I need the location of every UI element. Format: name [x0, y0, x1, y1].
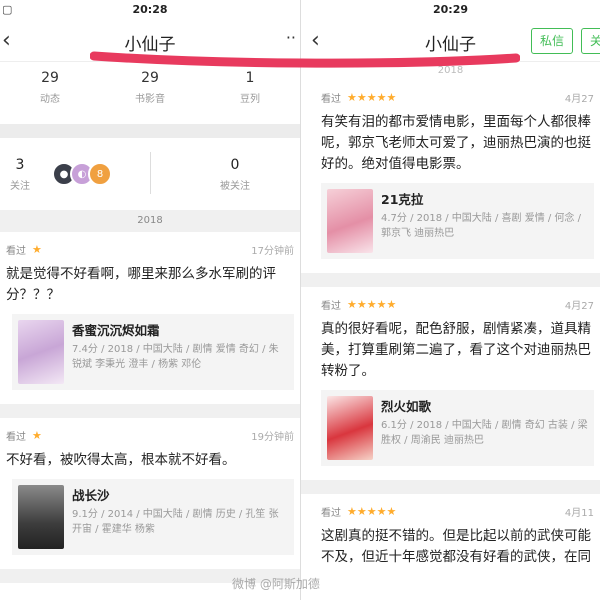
following-avatars[interactable]: ● ◐ 8 [52, 162, 112, 186]
screenshot-composite: ▢ 20:28 ‹ 小仙子 ·· 29 动态 29 书影音 1 豆列 3 关注 … [0, 0, 600, 600]
pink-marker-stroke [90, 51, 520, 68]
message-button[interactable]: 私信 [531, 28, 573, 54]
review-time: 4月11 [564, 508, 594, 519]
review-header: 看过 ★★★★★ [321, 504, 600, 519]
movie-card[interactable]: 21克拉 4.7分 / 2018 / 中国大陆 / 喜剧 爱情 / 何念 / 郭… [321, 183, 594, 259]
review-item[interactable]: 看过 ★★★★★ 4月27 有笑有泪的都市爱情电影，里面每个人都很棒呢，郭京飞老… [301, 80, 600, 259]
left-screen: ▢ 20:28 ‹ 小仙子 ·· 29 动态 29 书影音 1 豆列 3 关注 … [0, 0, 300, 600]
stat-number: 29 [41, 70, 59, 86]
stat-doulists[interactable]: 1 豆列 [200, 70, 300, 124]
review-time: 17分钟前 [251, 246, 294, 257]
year-header: 2018 [0, 210, 300, 232]
movie-poster [327, 396, 373, 460]
movie-title: 烈火如歌 [381, 399, 432, 414]
movie-poster [18, 320, 64, 384]
section-divider [301, 480, 600, 494]
watermark: 微博 @阿斯加德 [232, 577, 320, 591]
movie-meta: 6.1分 / 2018 / 中国大陆 / 剧情 奇幻 古装 / 梁胜权 / 周渝… [381, 420, 588, 446]
review-header: 看过 ★★★★★ [321, 90, 600, 105]
review-status: 看过 [6, 431, 26, 443]
review-item[interactable]: 看过 ★ 19分钟前 不好看，被吹得太高，根本就不好看。 战长沙 9.1分 / … [0, 418, 300, 555]
section-divider [301, 273, 600, 287]
movie-card[interactable]: 烈火如歌 6.1分 / 2018 / 中国大陆 / 剧情 奇幻 古装 / 梁胜权… [321, 390, 594, 466]
follow-button[interactable]: 关 [581, 28, 600, 54]
rating-stars: ★ [32, 428, 42, 442]
stat-number: 1 [245, 70, 255, 86]
status-bar: ▢ 20:28 [0, 0, 300, 20]
movie-poster [327, 189, 373, 253]
avatar-badge: 8 [96, 168, 104, 180]
stat-label: 书影音 [135, 94, 165, 105]
rating-stars: ★★★★★ [347, 297, 397, 311]
section-divider [0, 124, 300, 138]
movie-meta: 9.1分 / 2014 / 中国大陆 / 剧情 历史 / 孔笙 张开宙 / 霍建… [72, 509, 279, 535]
movie-title: 香蜜沉沉烬如霜 [72, 323, 160, 338]
rating-stars: ★★★★★ [347, 504, 397, 518]
profile-stats: 29 动态 29 书影音 1 豆列 [0, 62, 300, 124]
stat-label: 豆列 [240, 94, 260, 105]
movie-card[interactable]: 香蜜沉沉烬如霜 7.4分 / 2018 / 中国大陆 / 剧情 爱情 奇幻 / … [12, 314, 294, 390]
following-count[interactable]: 3 关注 [0, 157, 40, 192]
rating-stars: ★ [32, 242, 42, 256]
review-item[interactable]: 看过 ★★★★★ 4月27 真的很好看呢，配色舒服，剧情紧凑，道具精美，打算重刷… [301, 287, 600, 466]
review-time: 4月27 [564, 94, 594, 105]
review-text: 真的很好看呢，配色舒服，剧情紧凑，道具精美，打算重刷第二遍了，看了这个对迪丽热巴… [321, 321, 591, 379]
review-text: 就是觉得不好看啊，哪里来那么多水军刷的评分？？？ [6, 266, 276, 303]
avatar: 8 [88, 162, 112, 186]
review-time: 19分钟前 [251, 432, 294, 443]
status-bar: 20:29 [301, 0, 600, 20]
review-status: 看过 [321, 300, 341, 312]
review-item[interactable]: 看过 ★★★★★ 4月11 这剧真的挺不错的。但是比起以前的武侠可能不及，但近十… [301, 494, 600, 568]
movie-title: 战长沙 [72, 488, 110, 503]
stat-label: 动态 [40, 94, 60, 105]
review-text: 这剧真的挺不错的。但是比起以前的武侠可能不及，但近十年感觉都没有好看的武侠，在同 [321, 528, 591, 565]
status-time: 20:29 [432, 3, 468, 16]
following-label: 关注 [10, 180, 30, 192]
review-text: 不好看，被吹得太高，根本就不好看。 [6, 452, 236, 468]
movie-poster [18, 485, 64, 549]
movie-meta: 7.4分 / 2018 / 中国大陆 / 剧情 爱情 奇幻 / 朱锐斌 李秉光 … [72, 344, 279, 370]
review-header: 看过 ★★★★★ [321, 297, 600, 312]
review-status: 看过 [321, 93, 341, 105]
section-divider [0, 404, 300, 418]
vertical-divider [150, 152, 151, 194]
stat-media[interactable]: 29 书影音 [100, 70, 200, 124]
followers-number: 0 [230, 156, 240, 173]
rating-stars: ★★★★★ [347, 90, 397, 104]
review-item[interactable]: 看过 ★ 17分钟前 就是觉得不好看啊，哪里来那么多水军刷的评分？？？ 香蜜沉沉… [0, 232, 300, 390]
review-status: 看过 [6, 245, 26, 257]
follow-row: 3 关注 ● ◐ 8 0 被关注 [0, 138, 300, 210]
review-time: 4月27 [564, 301, 594, 312]
stat-number: 29 [141, 70, 159, 86]
right-screen: 20:29 ‹ 小仙子 私信 关 2018 看过 ★★★★★ 4月27 有笑有泪… [300, 0, 600, 600]
review-text: 有笑有泪的都市爱情电影，里面每个人都很棒呢，郭京飞老师太可爱了，迪丽热巴演的也挺… [321, 114, 591, 172]
movie-title: 21克拉 [381, 192, 424, 207]
movie-meta: 4.7分 / 2018 / 中国大陆 / 喜剧 爱情 / 何念 / 郭京飞 迪丽… [381, 213, 581, 239]
status-time: 20:28 [132, 3, 168, 16]
stat-activities[interactable]: 29 动态 [0, 70, 100, 124]
following-number: 3 [15, 156, 25, 173]
review-status: 看过 [321, 507, 341, 519]
followers-label: 被关注 [220, 180, 250, 192]
movie-card[interactable]: 战长沙 9.1分 / 2014 / 中国大陆 / 剧情 历史 / 孔笙 张开宙 … [12, 479, 294, 555]
followers-count[interactable]: 0 被关注 [215, 157, 255, 192]
